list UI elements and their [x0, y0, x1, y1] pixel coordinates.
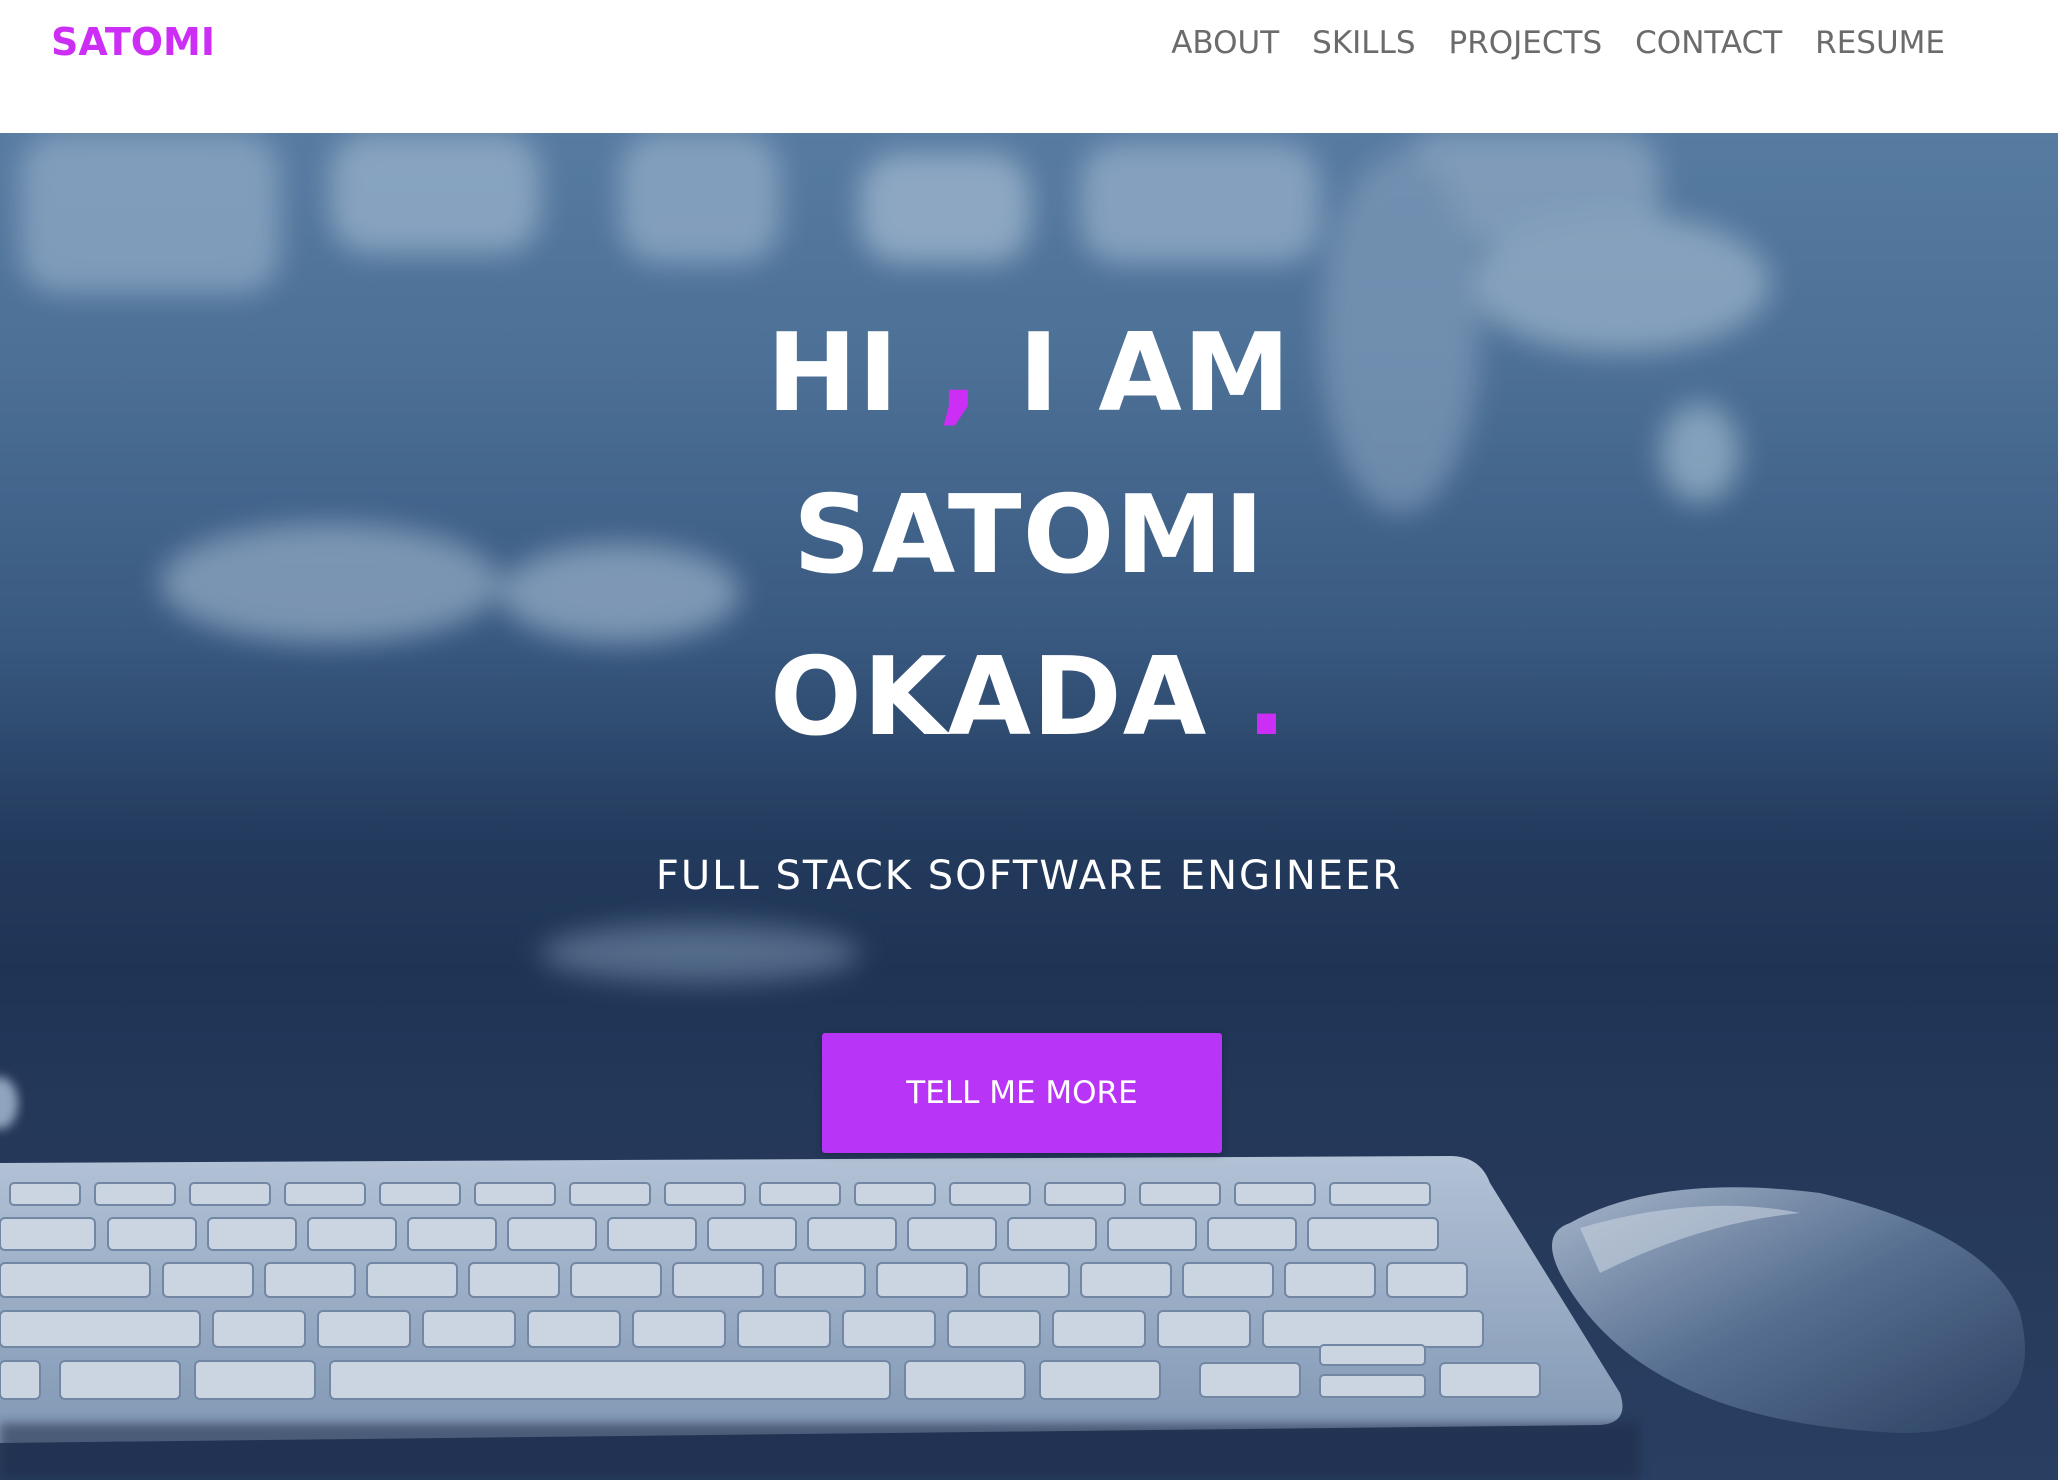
headline-line-1: HI , I AM — [0, 311, 2058, 436]
nav-link-contact[interactable]: CONTACT — [1635, 25, 1782, 61]
brand-logo-link[interactable]: SATOMI — [51, 20, 215, 64]
nav-link-resume[interactable]: RESUME — [1815, 25, 1945, 61]
headline-line-2: SATOMI — [0, 473, 2058, 598]
headline-first-name: SATOMI — [792, 473, 1266, 598]
nav-link-projects[interactable]: PROJECTS — [1449, 25, 1603, 61]
nav-link-about[interactable]: ABOUT — [1171, 25, 1279, 61]
hero-subtitle: FULL STACK SOFTWARE ENGINEER — [655, 853, 1403, 899]
hero-text-block: HI , I AM SATOMI OKADA . FULL STACK SOFT… — [0, 133, 2058, 1480]
headline-last-name: OKADA — [770, 635, 1208, 760]
top-navbar: SATOMI ABOUT SKILLS PROJECTS CONTACT RES… — [0, 0, 2058, 133]
headline-accent-comma: , — [937, 311, 980, 436]
headline-i-am: I AM — [1018, 311, 1292, 436]
headline-accent-dot: . — [1245, 635, 1288, 760]
nav-links: ABOUT SKILLS PROJECTS CONTACT RESUME — [1171, 25, 1945, 61]
nav-link-skills[interactable]: SKILLS — [1312, 25, 1415, 61]
headline-hi: HI — [766, 311, 900, 436]
headline-line-3: OKADA . — [0, 635, 2058, 760]
hero-section: HI , I AM SATOMI OKADA . FULL STACK SOFT… — [0, 133, 2058, 1480]
tell-me-more-button[interactable]: TELL ME MORE — [822, 1033, 1222, 1153]
